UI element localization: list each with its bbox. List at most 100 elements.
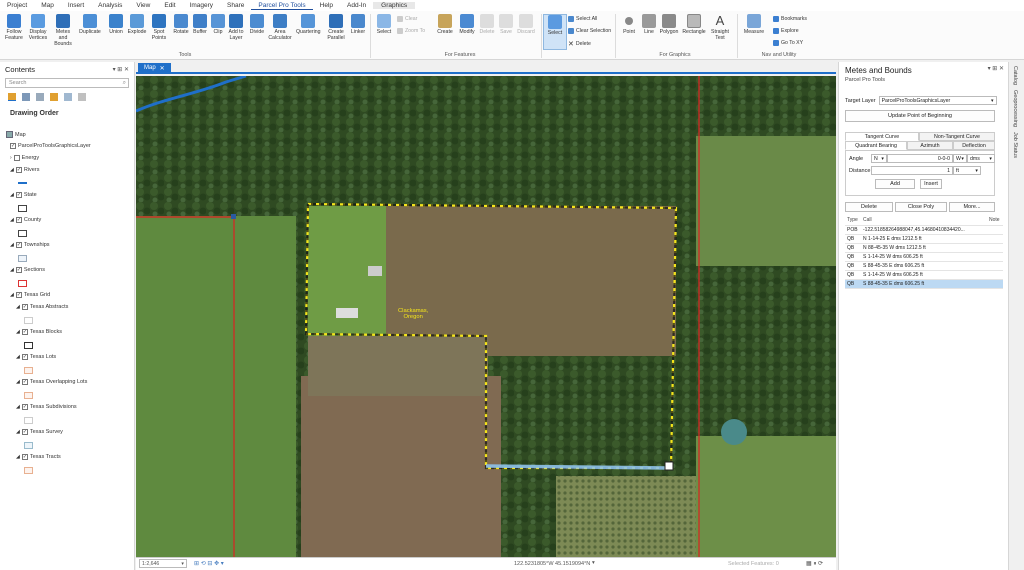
duplicate-button[interactable]: Duplicate: [78, 14, 102, 35]
distance-unit-dropdown[interactable]: ft ▾: [953, 166, 981, 175]
layer-checkbox[interactable]: ✓: [21, 404, 28, 410]
zoom-to-button[interactable]: Zoom To: [397, 28, 425, 34]
list-by-labeling-icon[interactable]: [78, 93, 86, 101]
layer-texas-grid[interactable]: ◢ ✓ Texas Grid: [10, 292, 50, 298]
layer-texas-tracts[interactable]: ◢ ✓ Texas Tracts: [16, 454, 61, 460]
collapse-arrow-icon[interactable]: ◢: [16, 379, 20, 385]
contents-search-input[interactable]: Search ⌕: [5, 78, 129, 88]
scale-dropdown[interactable]: 1:2,646 ▾: [139, 559, 187, 568]
insert-button[interactable]: Insert: [920, 179, 942, 189]
delete-graphics-button[interactable]: ✕ Delete: [568, 40, 591, 48]
layer-checkbox[interactable]: ✓: [21, 304, 28, 310]
spot-points-button[interactable]: Spot Points: [147, 14, 171, 41]
layer-texas-subdivisions[interactable]: ◢ ✓ Texas Subdivisions: [16, 404, 77, 410]
menu-share[interactable]: Share: [220, 2, 251, 9]
go-to-xy-button[interactable]: Go To XY: [773, 40, 803, 46]
layer-checkbox[interactable]: ✓: [15, 242, 22, 248]
layer-checkbox[interactable]: ✓: [21, 379, 28, 385]
menu-add-in[interactable]: Add-In: [340, 2, 373, 9]
tab-deflection[interactable]: Deflection: [953, 141, 995, 150]
menu-analysis[interactable]: Analysis: [91, 2, 129, 9]
side-tab-catalog[interactable]: Catalog: [1012, 66, 1018, 85]
straight-text-button[interactable]: A Straight Text: [708, 14, 732, 42]
collapse-arrow-icon[interactable]: ◢: [16, 454, 20, 460]
menu-map[interactable]: Map: [34, 2, 61, 9]
layer-sections[interactable]: ◢ ✓ Sections: [10, 267, 45, 273]
select-all-button[interactable]: Select All: [568, 16, 597, 22]
rectangle-graphic-button[interactable]: Rectangle: [682, 14, 706, 35]
menu-insert[interactable]: Insert: [61, 2, 91, 9]
table-row[interactable]: QB S 1-14-25 W dms 606.25 ft: [845, 252, 1003, 262]
coordinate-format-chevron-icon[interactable]: ▾: [592, 560, 595, 566]
layer-rivers[interactable]: ◢ ✓ Rivers: [10, 167, 39, 173]
select-button[interactable]: Select: [372, 14, 396, 35]
layer-checkbox[interactable]: ✓: [21, 329, 28, 335]
list-by-snapping-icon[interactable]: [64, 93, 72, 101]
update-pob-button[interactable]: Update Point of Beginning: [845, 110, 995, 122]
layer-state[interactable]: ◢ ✓ State: [10, 192, 37, 198]
follow-feature-button[interactable]: Follow Feature: [2, 14, 26, 41]
create-parallel-button[interactable]: Create Parallel: [324, 14, 348, 41]
menu-help[interactable]: Help: [313, 2, 340, 9]
collapse-arrow-icon[interactable]: ◢: [16, 429, 20, 435]
list-by-selection-icon[interactable]: [36, 93, 44, 101]
layer-checkbox[interactable]: ✓: [15, 167, 22, 173]
layer-checkbox[interactable]: ✓: [21, 354, 28, 360]
list-by-drawing-order-icon[interactable]: [8, 93, 16, 101]
table-row[interactable]: QB N 1-14-25 E dms 1212.5 ft: [845, 234, 1003, 244]
tab-tangent-curve[interactable]: Tangent Curve: [845, 132, 919, 141]
menu-view[interactable]: View: [129, 2, 157, 9]
close-icon[interactable]: ✕: [160, 65, 165, 72]
clear-button[interactable]: Clear: [397, 16, 417, 22]
layer-texas-overlapping-lots[interactable]: ◢ ✓ Texas Overlapping Lots: [16, 379, 87, 385]
pane-controls-icon[interactable]: ▾ ⊞ ✕: [113, 66, 129, 73]
layer-checkbox[interactable]: ✓: [15, 192, 22, 198]
add-button[interactable]: Add: [875, 179, 915, 189]
bookmarks-button[interactable]: Bookmarks: [773, 16, 807, 22]
table-row[interactable]: POB -122.51858264988047,45.14680410834420…: [845, 225, 1003, 235]
collapse-arrow-icon[interactable]: ◢: [10, 267, 14, 273]
explode-button[interactable]: Explode: [125, 14, 149, 35]
tab-non-tangent-curve[interactable]: Non-Tangent Curve: [919, 132, 995, 141]
area-calculator-button[interactable]: Area Calculator: [268, 14, 292, 41]
map-tab[interactable]: Map ✕: [138, 63, 171, 73]
layer-texas-survey[interactable]: ◢ ✓ Texas Survey: [16, 429, 63, 435]
collapse-arrow-icon[interactable]: ◢: [10, 167, 14, 173]
map-nav-tools-icon[interactable]: ⊞ ⟲ ⊟ ✥ ▾: [194, 560, 224, 567]
layer-checkbox[interactable]: ✓: [15, 267, 22, 273]
menu-edit[interactable]: Edit: [157, 2, 182, 9]
table-row[interactable]: QB N 88-45-35 W dms 1212.5 ft: [845, 243, 1003, 253]
table-row[interactable]: QB S 88-45-35 E dms 606.25 ft: [845, 261, 1003, 271]
side-tab-job-status[interactable]: Job Status: [1012, 132, 1018, 158]
layer-checkbox[interactable]: ✓: [15, 217, 22, 223]
angle-quadrant-ns-dropdown[interactable]: N ▾: [871, 154, 887, 163]
collapse-arrow-icon[interactable]: ◢: [10, 217, 14, 223]
measure-button[interactable]: Measure: [742, 14, 766, 35]
close-poly-button[interactable]: Close Poly: [895, 202, 947, 212]
angle-unit-dropdown[interactable]: dms ▾: [967, 154, 995, 163]
pane-controls-icon[interactable]: ▾ ⊞ ✕: [988, 65, 1004, 72]
table-row-selected[interactable]: QB S 88-45-35 E dms 606.25 ft: [845, 279, 1003, 289]
graphics-select-button[interactable]: Select: [543, 14, 567, 50]
target-layer-dropdown[interactable]: ParcelProToolsGraphicsLayer ▾: [878, 96, 997, 105]
more-button[interactable]: More...: [949, 202, 995, 212]
create-button[interactable]: Create: [433, 14, 457, 35]
layer-map[interactable]: Map: [6, 131, 26, 138]
metes-and-bounds-button[interactable]: Metes and Bounds: [51, 14, 75, 47]
layer-checkbox[interactable]: ✓: [15, 292, 22, 298]
layer-checkbox[interactable]: [13, 155, 20, 161]
collapse-arrow-icon[interactable]: ◢: [16, 304, 20, 310]
collapse-arrow-icon[interactable]: ◢: [10, 292, 14, 298]
layer-texas-lots[interactable]: ◢ ✓ Texas Lots: [16, 354, 56, 360]
menu-graphics-context[interactable]: Graphics: [373, 2, 416, 9]
explore-button[interactable]: Explore: [773, 28, 799, 34]
quartering-button[interactable]: Quartering: [296, 14, 321, 35]
menu-project[interactable]: Project: [0, 2, 34, 9]
pause-refresh-icon[interactable]: ▦ ⏸ ⟳: [806, 560, 823, 568]
layer-graphics[interactable]: ✓ ParcelProToolsGraphicsLayer: [10, 143, 91, 149]
layer-county[interactable]: ◢ ✓ County: [10, 217, 41, 223]
table-row[interactable]: QB S 1-14-25 W dms 606.25 ft: [845, 270, 1003, 280]
layer-checkbox[interactable]: ✓: [21, 429, 28, 435]
divide-button[interactable]: Divide: [245, 14, 269, 35]
polygon-graphic-button[interactable]: Polygon: [657, 14, 681, 35]
